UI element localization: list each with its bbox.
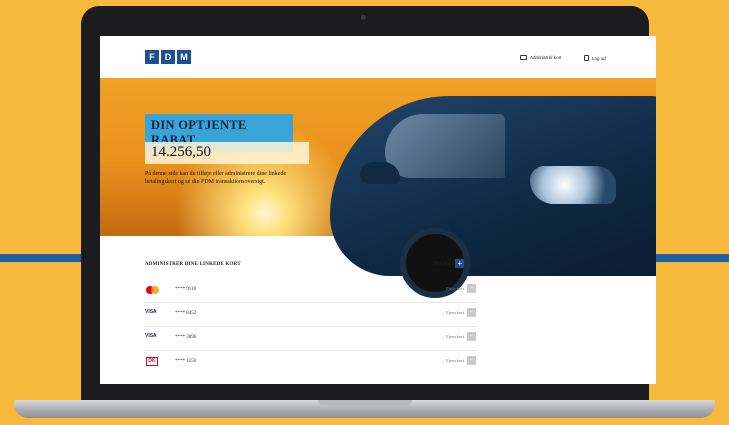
remove-card-label: Fjern kort: [446, 358, 464, 363]
laptop-notch: [318, 400, 412, 406]
minus-icon: −: [467, 332, 476, 341]
logout-icon: [584, 55, 589, 61]
remove-card-button[interactable]: Fjern kort −: [446, 356, 476, 365]
add-card-label: Tilføj kort: [432, 260, 453, 267]
remove-card-button[interactable]: Fjern kort −: [446, 332, 476, 341]
remove-card-label: Fjern kort: [446, 286, 464, 291]
minus-icon: −: [467, 308, 476, 317]
visa-icon: VISA: [145, 333, 157, 339]
card-number: **** 9110: [175, 287, 197, 292]
logout-label: Log ud: [592, 55, 606, 61]
manage-cards-link[interactable]: Administrér kort: [520, 55, 562, 60]
discount-amount: 14.256,50: [145, 142, 309, 164]
minus-icon: −: [467, 356, 476, 365]
manage-cards-label: Administrér kort: [530, 55, 562, 60]
card-row: VISA **** 3896 Fjern kort −: [145, 326, 476, 351]
plus-icon: +: [455, 259, 465, 268]
car-mirror: [360, 162, 400, 184]
top-nav: F D M Administrér kort Log ud: [100, 36, 656, 76]
card-number: **** 3896: [175, 335, 197, 340]
hero-description: På denne side kan du tilføje eller admin…: [145, 171, 287, 185]
logout-link[interactable]: Log ud: [584, 55, 606, 61]
logo-letter: M: [177, 50, 191, 64]
add-card-button[interactable]: Tilføj kort +: [432, 259, 465, 268]
hero-banner: DIN OPTJENTE RABAT 14.256,50 På denne si…: [100, 78, 656, 298]
dankort-icon: DK: [146, 357, 158, 366]
screen: F D M Administrér kort Log ud DIN OPTJEN…: [100, 36, 656, 384]
card-row: **** 9110 Fjern kort −: [145, 278, 476, 303]
remove-card-button[interactable]: Fjern kort −: [446, 284, 476, 293]
visa-icon: VISA: [145, 309, 157, 315]
remove-card-button[interactable]: Fjern kort −: [446, 308, 476, 317]
remove-card-label: Fjern kort: [446, 310, 464, 315]
logo-letter: D: [161, 50, 175, 64]
fdm-logo[interactable]: F D M: [145, 50, 191, 64]
remove-card-label: Fjern kort: [446, 334, 464, 339]
logo-letter: F: [145, 50, 159, 64]
laptop-base: [14, 400, 715, 418]
card-row: VISA **** 8452 Fjern kort −: [145, 302, 476, 327]
car-headlight: [530, 166, 616, 204]
car-window: [385, 114, 505, 178]
card-row: DK **** 1256 Fjern kort −: [145, 350, 476, 374]
camera-icon: [361, 15, 366, 20]
card-number: **** 1256: [175, 359, 197, 364]
section-title: ADMINISTRER DINE LINKEDE KORT: [145, 262, 241, 267]
card-icon: [520, 55, 527, 60]
card-number: **** 8452: [175, 311, 197, 316]
mastercard-icon: [145, 286, 161, 294]
minus-icon: −: [467, 284, 476, 293]
